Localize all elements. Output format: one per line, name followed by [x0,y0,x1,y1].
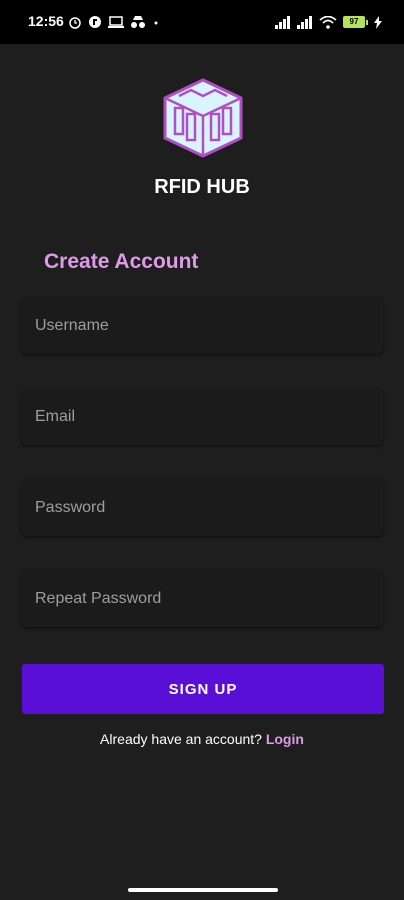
status-left-icons [68,13,160,31]
username-field[interactable]: Username [22,298,383,354]
signup-button[interactable]: SIGN UP [22,664,384,714]
login-prompt: Already have an account? [100,731,262,747]
app-name: RFID HUB [154,176,250,198]
dot-icon [154,21,158,25]
status-right-icons: 97 [275,13,382,31]
password-placeholder: Password [35,499,106,516]
status-time: 12:56 [28,13,64,29]
cast-icon [108,16,124,28]
battery-level: 97 [343,16,365,28]
charging-icon [374,15,382,29]
app-notification-icon [89,16,101,28]
username-placeholder: Username [35,317,109,334]
status-bar: 12:56 97 [0,0,404,44]
login-link[interactable]: Login [266,731,304,747]
login-row: Already have an account? Login [0,731,404,747]
wifi-icon [319,15,337,29]
page-title: Create Account [44,250,199,273]
navigation-handle[interactable] [128,888,278,892]
alarm-icon [69,17,81,29]
signal-icon [297,15,312,29]
repeat-password-field[interactable]: Repeat Password [22,571,383,627]
repeat-password-placeholder: Repeat Password [35,590,162,607]
email-field[interactable]: Email [22,389,383,445]
incognito-icon [131,16,145,28]
signal-icon [275,15,290,29]
battery-icon: 97 [343,16,368,28]
email-placeholder: Email [35,408,76,425]
rfid-hub-logo [163,78,243,158]
password-field[interactable]: Password [22,480,383,536]
